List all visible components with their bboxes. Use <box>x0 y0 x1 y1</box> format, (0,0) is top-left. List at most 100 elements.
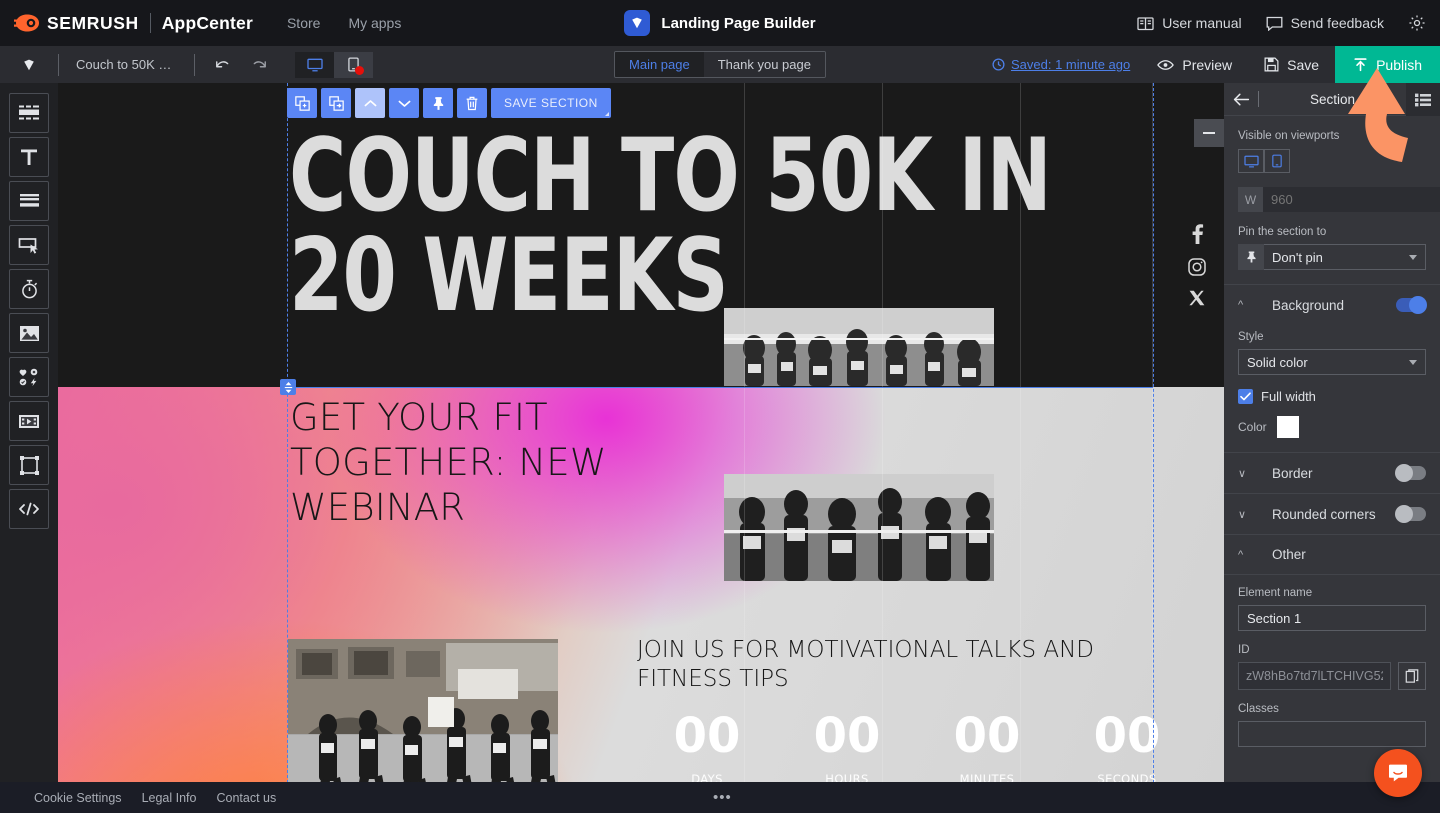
footer-cookie-settings[interactable]: Cookie Settings <box>34 791 122 805</box>
chevron-up-icon: ^ <box>1238 548 1244 561</box>
code-icon <box>18 502 40 516</box>
settings-button[interactable] <box>1408 14 1426 32</box>
tab-thank-you-page[interactable]: Thank you page <box>703 52 825 77</box>
promo-headline[interactable]: GET YOUR FIT TOGETHER: NEW WEBINAR <box>290 395 607 530</box>
duplicate-section-button[interactable] <box>321 88 351 118</box>
pin-select[interactable]: Don't pin <box>1264 244 1426 270</box>
send-feedback-label: Send feedback <box>1290 15 1384 31</box>
facebook-icon[interactable] <box>1191 224 1204 244</box>
hero-photo[interactable] <box>724 308 994 386</box>
save-button[interactable]: Save <box>1248 46 1335 83</box>
chat-bubble-icon <box>1266 16 1283 31</box>
background-settings: Style Solid color Full width Color <box>1224 325 1440 452</box>
border-toggle[interactable] <box>1395 464 1426 482</box>
rail-item-layout[interactable] <box>9 181 49 221</box>
viewport-visibility-group: Visible on viewports W 960 Pin the secti… <box>1224 116 1440 284</box>
width-field[interactable]: W <box>1238 187 1440 212</box>
saved-status[interactable]: Saved: 1 minute ago <box>992 46 1130 83</box>
add-section-button[interactable] <box>287 88 317 118</box>
promo-section[interactable]: GET YOUR FIT TOGETHER: NEW WEBINAR JOIN … <box>58 387 1224 782</box>
x-twitter-icon[interactable] <box>1189 290 1205 306</box>
footer-more-button[interactable]: ••• <box>713 789 732 806</box>
promo-photo-top[interactable] <box>724 474 994 581</box>
border-accordion-header[interactable]: ∨ Border <box>1224 452 1440 493</box>
image-icon <box>19 325 40 342</box>
viewport-option-mobile[interactable] <box>1264 149 1290 173</box>
pin-select-row[interactable]: Don't pin <box>1238 244 1426 270</box>
rail-item-text[interactable] <box>9 137 49 177</box>
rail-item-timer[interactable] <box>9 269 49 309</box>
stopwatch-icon <box>20 279 39 299</box>
viewport-desktop-button[interactable] <box>295 51 334 78</box>
logo-divider <box>149 13 151 33</box>
promo-photo-left[interactable] <box>288 639 558 782</box>
rail-item-sections[interactable] <box>9 93 49 133</box>
rounded-corners-accordion-header[interactable]: ∨ Rounded corners <box>1224 493 1440 534</box>
user-manual-button[interactable]: User manual <box>1137 15 1242 31</box>
send-feedback-button[interactable]: Send feedback <box>1266 15 1384 31</box>
rail-item-spacer[interactable] <box>9 445 49 485</box>
hero-title[interactable]: COUCH TO 50K IN 20 WEEKS <box>289 125 1052 326</box>
rail-item-embed[interactable] <box>9 489 49 529</box>
publish-button[interactable]: Publish <box>1335 46 1440 83</box>
full-width-label: Full width <box>1261 389 1316 404</box>
rounded-corners-toggle[interactable] <box>1395 505 1426 523</box>
history-controls <box>195 58 287 72</box>
size-fields: W H <box>1238 187 1440 212</box>
countdown-label-seconds: SECONDS <box>1097 772 1157 782</box>
countdown-timer[interactable]: 00 DAYS 00 HOURS 00 MINUTES 00 SECONDS <box>637 712 1197 782</box>
redo-button[interactable] <box>251 58 269 72</box>
tab-main-page[interactable]: Main page <box>615 52 704 77</box>
delete-section-button[interactable] <box>457 88 487 118</box>
id-label: ID <box>1238 644 1250 656</box>
full-width-checkbox[interactable] <box>1238 389 1253 404</box>
viewport-option-desktop[interactable] <box>1238 149 1264 173</box>
appcenter-label: AppCenter <box>161 12 253 33</box>
collapse-panel-button[interactable] <box>1194 119 1224 147</box>
intercom-chat-button[interactable] <box>1374 749 1422 797</box>
element-name-input[interactable] <box>1238 605 1426 631</box>
move-section-up-button[interactable] <box>355 88 385 118</box>
hero-section[interactable]: COUCH TO 50K IN 20 WEEKS <box>58 83 1224 387</box>
save-section-button[interactable]: SAVE SECTION <box>491 88 611 118</box>
width-input[interactable] <box>1263 187 1440 212</box>
rail-item-icons[interactable] <box>9 357 49 397</box>
nav-store[interactable]: Store <box>287 15 320 31</box>
rail-item-video[interactable] <box>9 401 49 441</box>
background-style-select[interactable]: Solid color <box>1238 349 1426 375</box>
builder-toolbar: Couch to 50K Webi... Main page Thank you… <box>0 46 1440 83</box>
classes-input[interactable] <box>1238 721 1426 747</box>
move-section-down-button[interactable] <box>389 88 419 118</box>
section-id-input[interactable] <box>1238 662 1391 690</box>
undo-button[interactable] <box>213 58 231 72</box>
panel-back-button[interactable] <box>1224 93 1258 106</box>
countdown-value-seconds: 00 <box>1093 708 1161 764</box>
chevron-down-icon <box>1409 359 1417 365</box>
rail-item-button[interactable] <box>9 225 49 265</box>
project-name[interactable]: Couch to 50K Webi... <box>59 57 194 72</box>
rail-item-image[interactable] <box>9 313 49 353</box>
nav-my-apps[interactable]: My apps <box>348 15 401 31</box>
canvas-viewport[interactable]: COUCH TO 50K IN 20 WEEKS GET YOUR FIT TO… <box>58 83 1224 782</box>
other-accordion-header[interactable]: ^ Other <box>1224 534 1440 575</box>
color-swatch[interactable] <box>1276 416 1299 438</box>
copy-id-button[interactable] <box>1398 662 1426 690</box>
marathon-photo <box>288 639 558 782</box>
promo-subhead[interactable]: JOIN US FOR MOTIVATIONAL TALKS AND FITNE… <box>637 636 1137 695</box>
background-accordion-header[interactable]: ^ Background <box>1224 284 1440 325</box>
builder-app-icon[interactable] <box>0 57 58 73</box>
pin-section-button[interactable] <box>423 88 453 118</box>
layers-button[interactable] <box>1406 83 1440 116</box>
footer-legal-info[interactable]: Legal Info <box>142 791 197 805</box>
instagram-icon[interactable] <box>1188 258 1206 276</box>
full-width-row[interactable]: Full width <box>1238 389 1426 404</box>
viewport-mobile-button[interactable] <box>334 51 373 78</box>
preview-button[interactable]: Preview <box>1141 46 1248 83</box>
rounded-corners-title: Rounded corners <box>1272 506 1376 522</box>
background-toggle[interactable] <box>1396 296 1427 314</box>
semrush-logo[interactable]: SEMRUSH AppCenter <box>14 13 253 34</box>
pin-select-value: Don't pin <box>1272 249 1323 265</box>
color-label: Color <box>1238 420 1267 434</box>
footer-contact-us[interactable]: Contact us <box>216 791 276 805</box>
section-resize-handle[interactable] <box>280 379 296 395</box>
